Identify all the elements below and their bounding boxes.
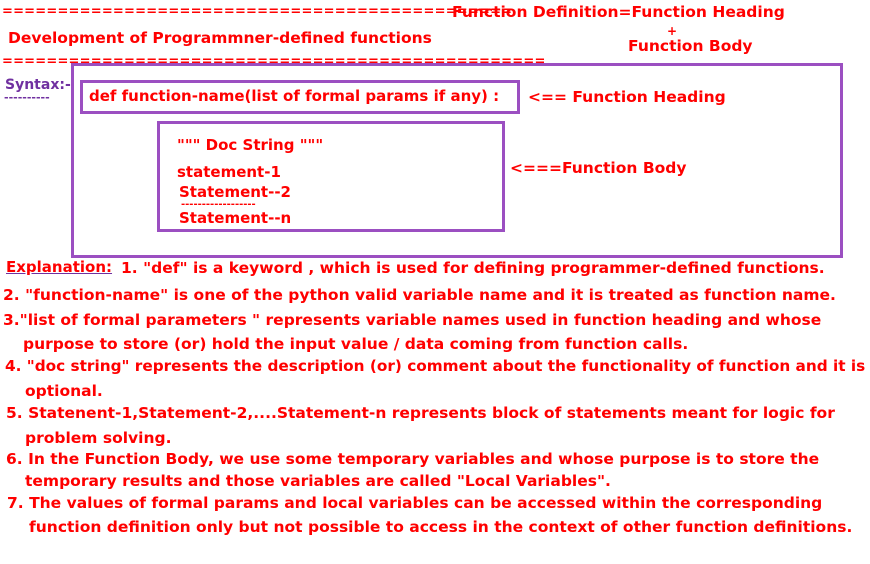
- equals-divider-top: ========================================…: [2, 4, 513, 19]
- explanation-label: Explanation:: [6, 258, 113, 276]
- explanation-line-6-cont: temporary results and those variables ar…: [25, 472, 611, 490]
- statement-n: Statement--n: [179, 209, 292, 227]
- doc-string: """ Doc String """: [177, 136, 324, 154]
- function-heading-pointer: <== Function Heading: [528, 88, 726, 106]
- plus-sign: +: [667, 24, 678, 38]
- function-heading-code: def function-name(list of formal params …: [89, 87, 500, 105]
- explanation-line-2: 2. "function-name" is one of the python …: [3, 286, 836, 304]
- function-definition-title: Function Definition=Function Heading: [452, 3, 785, 21]
- explanation-line-4-cont: optional.: [25, 382, 103, 400]
- explanation-line-1: 1. "def" is a keyword , which is used fo…: [121, 259, 825, 277]
- syntax-label-underline: ----------: [4, 91, 50, 104]
- page-title: Development of Programmner-defined funct…: [8, 29, 432, 47]
- statement-1: statement-1: [177, 163, 281, 181]
- explanation-line-4: 4. "doc string" represents the descripti…: [5, 357, 866, 375]
- explanation-line-5-cont: problem solving.: [25, 429, 172, 447]
- function-body-pointer: <===Function Body: [510, 159, 687, 177]
- explanation-line-7: 7. The values of formal params and local…: [7, 494, 823, 512]
- explanation-line-3-cont: purpose to store (or) hold the input val…: [23, 335, 689, 353]
- explanation-line-3: 3."list of formal parameters " represent…: [3, 311, 822, 329]
- explanation-line-6: 6. In the Function Body, we use some tem…: [6, 450, 820, 468]
- explanation-line-7-cont: function definition only but not possibl…: [29, 518, 853, 536]
- explanation-line-5: 5. Statenent-1,Statement-2,....Statement…: [6, 404, 835, 422]
- function-body-header: Function Body: [628, 37, 753, 55]
